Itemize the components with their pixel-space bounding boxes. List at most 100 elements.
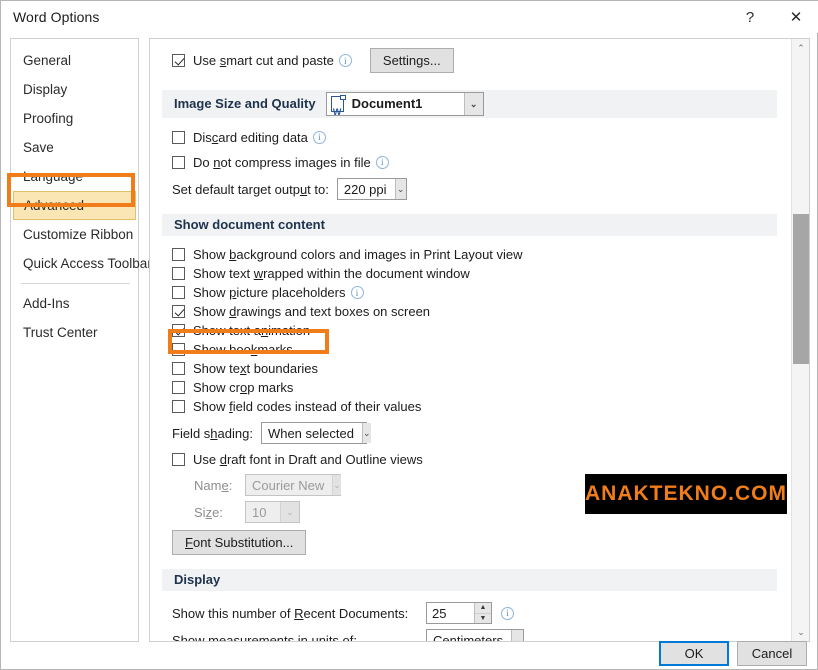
sidebar-item-quick-access-toolbar[interactable]: Quick Access Toolbar <box>11 249 152 278</box>
row-show-text-animation: Show text animation <box>150 321 791 340</box>
checkbox-show-crop-marks[interactable] <box>172 381 185 394</box>
sidebar-item-trust-center[interactable]: Trust Center <box>11 318 138 347</box>
label-draft-font-size: Size: <box>194 504 223 520</box>
sidebar-item-add-ins[interactable]: Add-Ins <box>11 289 138 318</box>
checkbox-show-text-wrapped[interactable] <box>172 267 185 280</box>
draft-font-name-value: Courier New <box>252 477 325 493</box>
recent-documents-stepper[interactable]: 25 ▲ ▼ <box>426 602 492 624</box>
checkbox-use-smart-cut-and-paste[interactable] <box>172 54 185 67</box>
target-output-combo[interactable]: 220 ppi ⌄ <box>336 178 407 200</box>
word-document-icon <box>330 95 346 126</box>
checkbox-show-text-boundaries[interactable] <box>172 362 185 375</box>
sidebar-item-language[interactable]: Language <box>11 162 138 191</box>
row-set-default-target-output: Set default target output to: 220 ppi ⌄ <box>150 178 791 200</box>
checkbox-show-background-colors[interactable] <box>172 248 185 261</box>
row-use-draft-font: Use draft font in Draft and Outline view… <box>150 449 791 469</box>
content-scrollbar[interactable]: ⌃ ⌄ <box>791 39 809 641</box>
row-show-field-codes: Show field codes instead of their values <box>150 397 791 416</box>
info-icon[interactable]: i <box>501 606 514 620</box>
sidebar: General Display Proofing Save Language A… <box>10 38 152 642</box>
draft-font-size-value: 10 <box>252 504 267 520</box>
sidebar-item-advanced[interactable]: Advanced <box>13 191 136 220</box>
window-controls: ? ✕ <box>727 1 818 33</box>
row-recent-documents: Show this number of Recent Documents: 25… <box>150 602 791 624</box>
label-use-draft-font: Use draft font in Draft and Outline view… <box>193 451 423 467</box>
section-header-display: Display <box>162 569 777 591</box>
row-smart-cut-paste: Use smart cut and paste i Settings... <box>150 48 791 73</box>
label-do-not-compress-images-in-file: Do not compress images in file <box>193 154 371 170</box>
label-show-field-codes: Show field codes instead of their values <box>193 399 422 414</box>
checkbox-show-field-codes[interactable] <box>172 400 185 413</box>
stepper-down-icon[interactable]: ▼ <box>475 613 491 623</box>
info-icon[interactable]: i <box>375 155 389 169</box>
chevron-down-icon: ⌄ <box>361 423 371 443</box>
scroll-down-icon[interactable]: ⌄ <box>792 623 809 641</box>
draft-font-name-combo: Courier New ⌄ <box>245 474 341 496</box>
label-draft-font-name: Name: <box>194 477 233 493</box>
label-show-text-animation: Show text animation <box>193 323 311 338</box>
label-field-shading: Field shading: <box>172 425 253 441</box>
help-icon[interactable]: ? <box>727 1 773 33</box>
checkbox-use-draft-font[interactable] <box>172 452 185 466</box>
row-font-substitution: Font Substitution... <box>150 530 791 555</box>
document-scope-value: Document1 <box>351 96 423 111</box>
scroll-up-icon[interactable]: ⌃ <box>792 39 809 57</box>
label-show-picture-placeholders: Show picture placeholders <box>193 285 346 300</box>
cancel-button[interactable]: Cancel <box>737 641 807 666</box>
label-recent-documents: Show this number of Recent Documents: <box>172 605 409 621</box>
label-show-crop-marks: Show crop marks <box>193 380 294 395</box>
chevron-down-icon: ⌄ <box>280 502 299 522</box>
title-bar: Word Options ? ✕ <box>1 1 818 33</box>
dialog-footer: OK Cancel <box>1 641 818 669</box>
draft-font-size-combo: 10 ⌄ <box>245 501 300 523</box>
info-icon[interactable]: i <box>312 130 326 144</box>
row-show-background-colors: Show background colors and images in Pri… <box>150 245 791 264</box>
scrollbar-thumb[interactable] <box>793 214 809 364</box>
watermark: ANAKTEKNO.COM <box>585 474 787 514</box>
document-scope-combo[interactable]: Document1 ⌄ <box>325 92 484 126</box>
sidebar-item-general[interactable]: General <box>11 46 138 75</box>
checkbox-show-bookmarks[interactable] <box>172 343 185 356</box>
row-show-text-wrapped: Show text wrapped within the document wi… <box>150 264 791 283</box>
chevron-down-icon: ⌄ <box>332 475 341 495</box>
label-show-drawings-and-text-boxes: Show drawings and text boxes on screen <box>193 304 431 319</box>
checkbox-do-not-compress-images-in-file[interactable] <box>172 155 185 169</box>
word-options-dialog: Word Options ? ✕ General Display Proofin… <box>0 0 818 670</box>
options-scroll-area: Use smart cut and paste i Settings... Im… <box>150 39 791 641</box>
label-show-text-boundaries: Show text boundaries <box>193 361 319 376</box>
font-substitution-button[interactable]: Font Substitution... <box>172 530 307 555</box>
target-output-value: 220 ppi <box>343 181 387 197</box>
sidebar-item-customize-ribbon[interactable]: Customize Ribbon <box>11 220 138 249</box>
settings-button[interactable]: Settings... <box>369 48 454 73</box>
info-icon[interactable]: i <box>338 54 352 67</box>
section-title-image-size-quality: Image Size and Quality <box>174 96 316 111</box>
field-shading-value: When selected <box>267 425 354 441</box>
checkbox-show-drawings-and-text-boxes[interactable] <box>172 305 185 318</box>
stepper-up-icon[interactable]: ▲ <box>475 603 491 614</box>
sidebar-item-save[interactable]: Save <box>11 133 138 162</box>
close-icon[interactable]: ✕ <box>773 1 818 33</box>
stepper-buttons[interactable]: ▲ ▼ <box>474 603 491 623</box>
label-discard-editing-data: Discard editing data <box>193 129 308 145</box>
field-shading-combo[interactable]: When selected ⌄ <box>260 422 371 444</box>
options-content-panel: Use smart cut and paste i Settings... Im… <box>149 38 810 642</box>
sidebar-item-display[interactable]: Display <box>11 75 138 104</box>
ok-button[interactable]: OK <box>659 641 729 666</box>
label-show-background-colors: Show background colors and images in Pri… <box>193 247 523 262</box>
label-show-text-wrapped: Show text wrapped within the document wi… <box>193 266 470 281</box>
section-header-image-size-quality: Image Size and Quality Document1 ⌄ <box>162 90 777 126</box>
row-field-shading: Field shading: When selected ⌄ <box>150 422 791 444</box>
sidebar-item-proofing[interactable]: Proofing <box>11 104 138 133</box>
checkbox-show-picture-placeholders[interactable] <box>172 286 185 299</box>
row-show-bookmarks: Show bookmarks <box>150 340 791 359</box>
label-set-default-target-output: Set default target output to: <box>172 181 329 197</box>
checkbox-discard-editing-data[interactable] <box>172 130 185 144</box>
section-header-show-document-content: Show document content <box>162 214 777 236</box>
info-icon[interactable]: i <box>350 286 364 299</box>
page-title: Word Options <box>13 9 100 25</box>
row-show-drawings: Show drawings and text boxes on screen <box>150 302 791 321</box>
checkbox-show-text-animation[interactable] <box>172 324 185 337</box>
label-use-smart-cut-and-paste: Use smart cut and paste <box>193 53 334 68</box>
row-discard-editing-data: Discard editing data i <box>150 127 791 147</box>
sidebar-separator <box>21 283 130 284</box>
